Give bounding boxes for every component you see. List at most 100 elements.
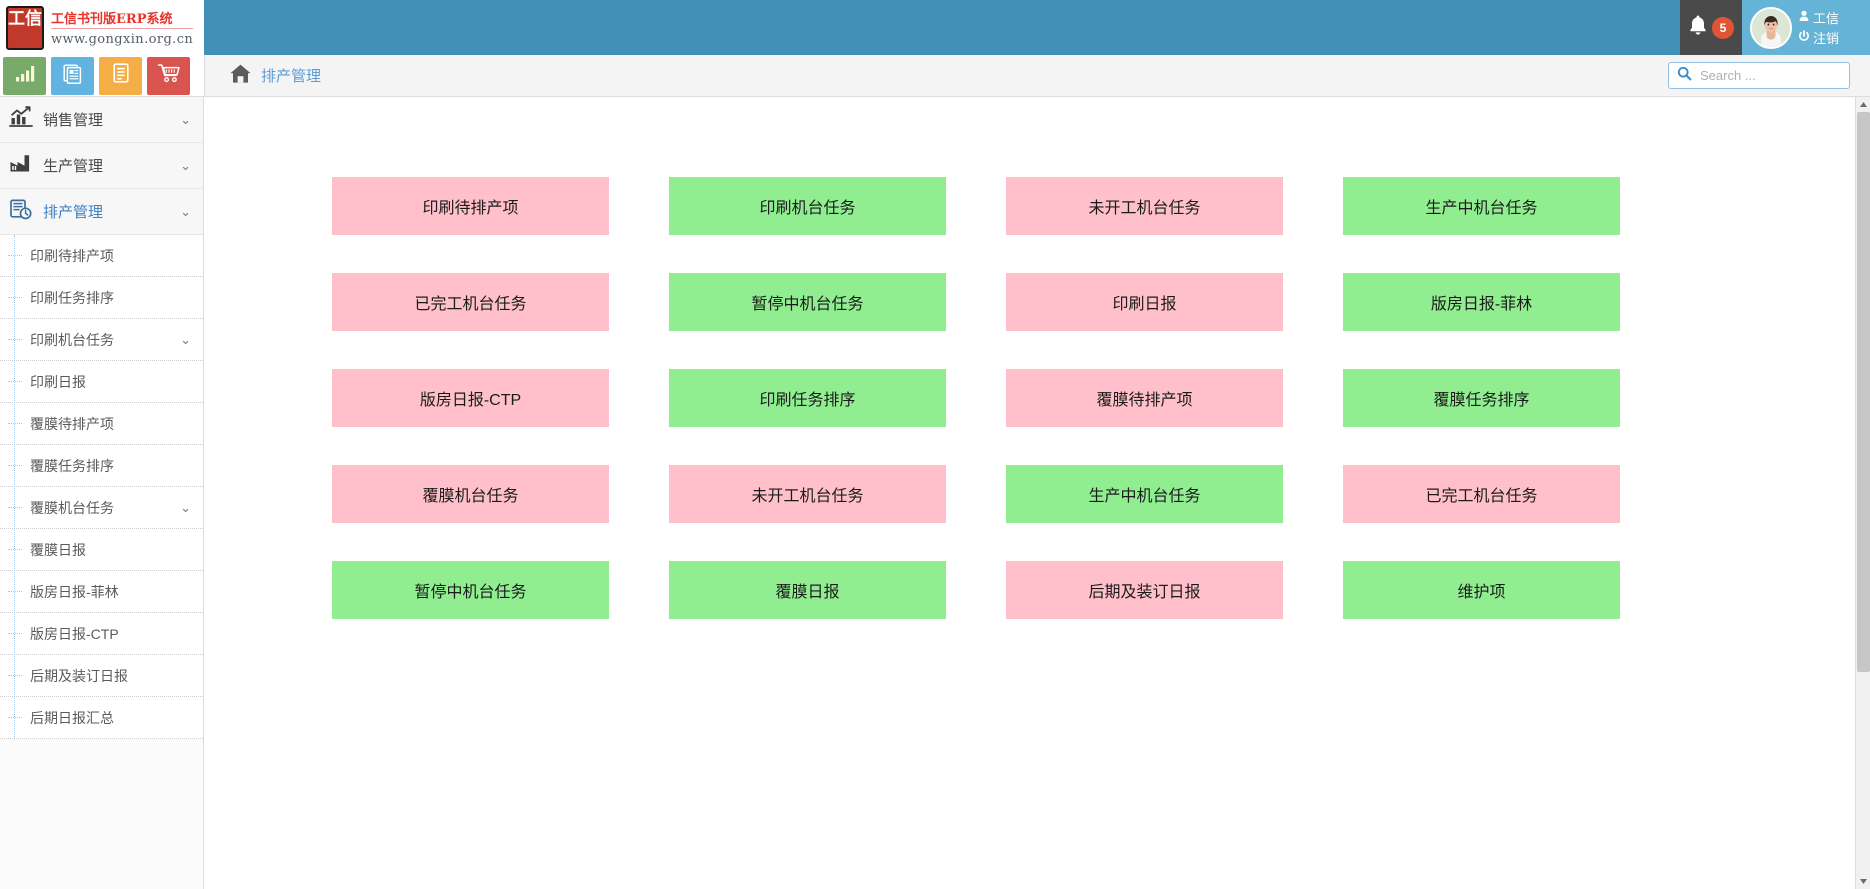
sidebar-item-label: 覆膜机台任务 xyxy=(30,499,114,516)
shortcut-tile[interactable]: 生产中机台任务 xyxy=(1006,465,1283,523)
sidebar-item-plate-report-ctp[interactable]: 版房日报-CTP xyxy=(0,613,203,655)
shortcut-tile-label: 版房日报-CTP xyxy=(419,392,522,409)
shortcut-tile[interactable]: 未开工机台任务 xyxy=(669,465,946,523)
user-name-link[interactable]: 工信 xyxy=(1798,8,1839,27)
shortcut-tile[interactable]: 维护项 xyxy=(1343,561,1620,619)
sidebar: 销售管理 ⌄ 生产管理 ⌄ 排产管理 ⌄ 印刷待排产项 印刷任务排序 印刷机台任… xyxy=(0,97,204,889)
scrollbar-thumb[interactable] xyxy=(1857,112,1870,672)
shortcut-tile[interactable]: 暂停中机台任务 xyxy=(669,273,946,331)
shortcut-tile-grid: 印刷待排产项 印刷机台任务 未开工机台任务 生产中机台任务 已完工机台任务 暂停中机台任务… xyxy=(205,97,1855,619)
sidebar-item-label: 印刷日报 xyxy=(30,373,86,390)
shortcut-tile[interactable]: 覆膜任务排序 xyxy=(1343,369,1620,427)
sidebar-item-print-machine-task[interactable]: 印刷机台任务 ⌄ xyxy=(0,319,203,361)
sidebar-item-label: 后期日报汇总 xyxy=(30,709,114,726)
chevron-down-icon[interactable]: ⌄ xyxy=(180,205,191,218)
search-input[interactable] xyxy=(1698,67,1841,84)
scroll-up-button[interactable] xyxy=(1856,97,1870,112)
shortcut-tile[interactable]: 生产中机台任务 xyxy=(1343,177,1620,235)
tree-branch-icon xyxy=(8,507,22,508)
home-icon[interactable] xyxy=(229,63,252,89)
sidebar-item-label: 覆膜日报 xyxy=(30,541,86,558)
shortcut-tile[interactable]: 覆膜机台任务 xyxy=(332,465,609,523)
user-menu[interactable]: 工信 注销 xyxy=(1742,0,1870,55)
shortcut-tile-label: 生产中机台任务 xyxy=(1088,488,1201,505)
shortcut-tile[interactable]: 已完工机台任务 xyxy=(332,273,609,331)
brand-text-block: 工信书刊版ERP系统 www.gongxin.org.cn xyxy=(51,8,194,47)
shortcut-tile-label: 后期及装订日报 xyxy=(1088,584,1201,601)
notifications-button[interactable]: 5 xyxy=(1680,0,1742,55)
shortcut-tile[interactable]: 未开工机台任务 xyxy=(1006,177,1283,235)
chevron-down-icon[interactable]: ⌄ xyxy=(180,333,191,346)
sidebar-item-lamination-machine-task[interactable]: 覆膜机台任务 ⌄ xyxy=(0,487,203,529)
shortcut-tile-label: 未开工机台任务 xyxy=(1088,200,1201,217)
sidebar-subitems: 印刷待排产项 印刷任务排序 印刷机台任务 ⌄ 印刷日报 覆膜待排产项 覆膜任务排… xyxy=(0,235,203,739)
sidebar-item-plate-report-film[interactable]: 版房日报-菲林 xyxy=(0,571,203,613)
shortcut-tile-label: 印刷机台任务 xyxy=(759,200,856,217)
user-name-label: 工信 xyxy=(1813,11,1840,26)
scroll-down-button[interactable] xyxy=(1856,874,1870,889)
shortcut-tile[interactable]: 版房日报-CTP xyxy=(332,369,609,427)
sidebar-item-label: 后期及装订日报 xyxy=(30,667,128,684)
sidebar-group-label: 生产管理 xyxy=(43,158,104,175)
shortcut-tile[interactable]: 印刷机台任务 xyxy=(669,177,946,235)
chevron-down-icon[interactable]: ⌄ xyxy=(180,113,191,126)
user-icon xyxy=(1798,10,1810,25)
news-icon xyxy=(62,62,84,89)
document-icon-button[interactable] xyxy=(99,56,142,95)
breadcrumb-bar: 排产管理 xyxy=(204,55,1870,96)
shortcut-tile[interactable]: 暂停中机台任务 xyxy=(332,561,609,619)
shortcut-tile-label: 版房日报-菲林 xyxy=(1430,296,1533,313)
shortcut-tile-label: 未开工机台任务 xyxy=(751,488,864,505)
sidebar-item-label: 印刷待排产项 xyxy=(30,247,114,264)
shortcut-tile[interactable]: 印刷任务排序 xyxy=(669,369,946,427)
top-header-bar: 工信 工信书刊版ERP系统 www.gongxin.org.cn 5 工信 注销 xyxy=(0,0,1870,55)
logout-link[interactable]: 注销 xyxy=(1798,28,1839,47)
sidebar-group-label: 排产管理 xyxy=(43,204,104,221)
shortcut-tile-label: 覆膜机台任务 xyxy=(422,488,519,505)
shortcut-tile[interactable]: 已完工机台任务 xyxy=(1343,465,1620,523)
shortcut-tile[interactable]: 印刷待排产项 xyxy=(332,177,609,235)
cart-icon xyxy=(157,62,181,89)
breadcrumb-label[interactable]: 排产管理 xyxy=(261,65,321,86)
shortcut-tile[interactable]: 后期及装订日报 xyxy=(1006,561,1283,619)
shortcut-tile-label: 暂停中机台任务 xyxy=(414,584,527,601)
sidebar-item-label: 印刷机台任务 xyxy=(30,331,114,348)
company-logo: 工信 xyxy=(6,5,44,50)
search-box[interactable] xyxy=(1668,62,1850,89)
shortcut-tile-label: 生产中机台任务 xyxy=(1425,200,1538,217)
document-icon xyxy=(111,62,131,89)
application-root: 工信 工信书刊版ERP系统 www.gongxin.org.cn 5 工信 注销… xyxy=(0,0,1870,889)
notification-count-badge: 5 xyxy=(1712,16,1734,39)
page-scrollbar[interactable] xyxy=(1855,97,1870,889)
company-logo-text: 工信 xyxy=(8,8,42,29)
sidebar-item-label: 版房日报-CTP xyxy=(30,625,119,642)
user-links: 工信 注销 xyxy=(1798,8,1839,47)
shortcut-tile-label: 暂停中机台任务 xyxy=(751,296,864,313)
bell-icon xyxy=(1688,14,1708,41)
chevron-down-icon[interactable]: ⌄ xyxy=(180,501,191,514)
sidebar-group-sales[interactable]: 销售管理 ⌄ xyxy=(0,97,203,143)
shortcut-tile[interactable]: 印刷日报 xyxy=(1006,273,1283,331)
sidebar-item-print-daily-report[interactable]: 印刷日报 xyxy=(0,361,203,403)
shortcut-tile-label: 已完工机台任务 xyxy=(1425,488,1538,505)
shortcut-tile[interactable]: 覆膜待排产项 xyxy=(1006,369,1283,427)
chart-icon-button[interactable] xyxy=(3,56,46,95)
news-icon-button[interactable] xyxy=(51,56,94,95)
schedule-clock-icon xyxy=(8,197,34,226)
sidebar-item-post-report-summary[interactable]: 后期日报汇总 xyxy=(0,697,203,739)
sidebar-item-lamination-pending[interactable]: 覆膜待排产项 xyxy=(0,403,203,445)
sidebar-group-scheduling[interactable]: 排产管理 ⌄ xyxy=(0,189,203,235)
sidebar-item-lamination-task-order[interactable]: 覆膜任务排序 xyxy=(0,445,203,487)
chevron-down-icon[interactable]: ⌄ xyxy=(180,159,191,172)
sidebar-item-post-binding-report[interactable]: 后期及装订日报 xyxy=(0,655,203,697)
logout-label: 注销 xyxy=(1813,31,1840,46)
avatar xyxy=(1750,6,1792,49)
sidebar-item-print-pending[interactable]: 印刷待排产项 xyxy=(0,235,203,277)
cart-icon-button[interactable] xyxy=(147,56,190,95)
sidebar-item-lamination-daily-report[interactable]: 覆膜日报 xyxy=(0,529,203,571)
shortcut-tile[interactable]: 版房日报-菲林 xyxy=(1343,273,1620,331)
sidebar-item-print-task-order[interactable]: 印刷任务排序 xyxy=(0,277,203,319)
shortcut-tile[interactable]: 覆膜日报 xyxy=(669,561,946,619)
tree-branch-icon xyxy=(8,465,22,466)
sidebar-group-production[interactable]: 生产管理 ⌄ xyxy=(0,143,203,189)
